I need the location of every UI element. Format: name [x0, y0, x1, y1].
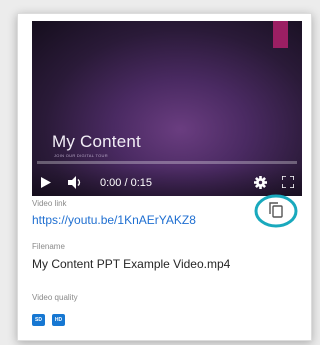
volume-icon[interactable]: [68, 176, 83, 189]
gear-icon[interactable]: [254, 176, 267, 189]
copy-icon[interactable]: [254, 193, 298, 229]
brand-accent-bar: [273, 21, 288, 48]
video-link[interactable]: https://youtu.be/1KnAErYAKZ8: [32, 213, 196, 227]
video-quality-label: Video quality: [32, 293, 78, 302]
video-progress-bar[interactable]: [37, 161, 297, 164]
video-title-overlay: My Content: [52, 132, 141, 151]
filename-value: My Content PPT Example Video.mp4: [32, 257, 231, 271]
play-icon[interactable]: [40, 177, 51, 188]
video-link-label: Video link: [32, 199, 67, 208]
filename-label: Filename: [32, 242, 65, 251]
quality-badge-hd: HD: [52, 314, 65, 326]
video-player[interactable]: My Content JOIN OUR DIGITAL TOUR 0:00 / …: [32, 21, 302, 196]
video-subtitle-overlay: JOIN OUR DIGITAL TOUR: [54, 153, 108, 158]
video-details-card: My Content JOIN OUR DIGITAL TOUR 0:00 / …: [17, 13, 312, 341]
video-controls: 0:00 / 0:15: [32, 166, 302, 196]
fullscreen-icon[interactable]: [282, 176, 294, 188]
video-time: 0:00 / 0:15: [100, 177, 152, 189]
quality-badge-sd: SD: [32, 314, 45, 326]
